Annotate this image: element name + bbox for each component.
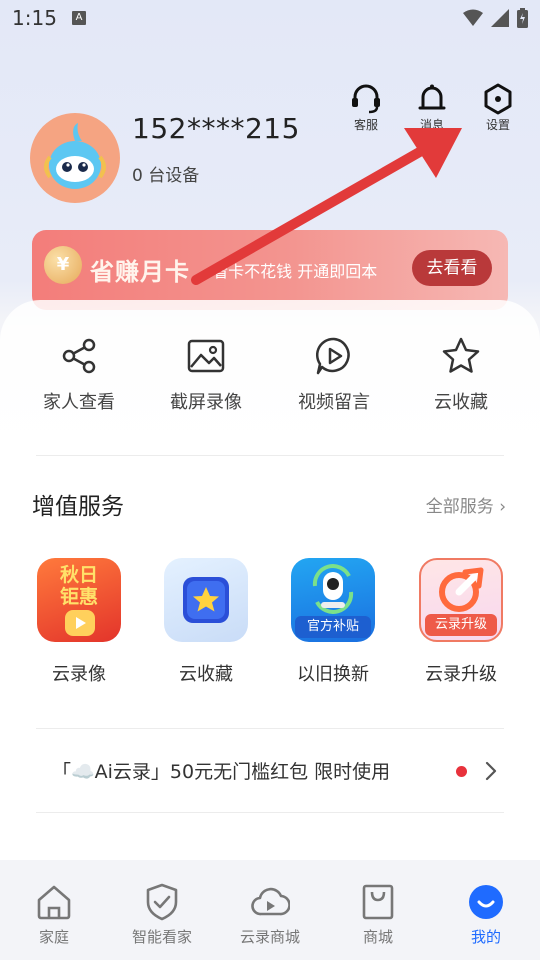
service-cloud-favorites[interactable]: 云收藏 — [151, 558, 261, 686]
services-title: 增值服务 — [32, 494, 124, 520]
quick-screenshot-record-label: 截屏录像 — [170, 392, 242, 413]
tab-home-label: 家庭 — [38, 928, 69, 946]
promo-subtitle: · 看卡不花钱 开通即回本 — [202, 262, 378, 281]
cloud-upgrade-tile: 云录升级 — [419, 558, 503, 642]
service-trade-in-label: 以旧换新 — [297, 664, 369, 685]
settings-button[interactable]: 设置 — [478, 82, 518, 133]
divider — [36, 812, 504, 813]
tab-smart-guard-label: 智能看家 — [131, 928, 192, 946]
quick-cloud-favorites[interactable]: 云收藏 — [411, 336, 511, 414]
promo-title: 省赚月卡 — [90, 258, 190, 286]
chevron-right-icon[interactable] — [482, 760, 500, 782]
quick-actions: 家人查看 截屏录像 视频留言 云收藏 — [0, 336, 540, 426]
quick-family-view-label: 家人查看 — [43, 392, 115, 413]
coin-icon: ¥ — [44, 246, 82, 284]
camera-device-icon — [312, 564, 354, 614]
service-cloud-upgrade[interactable]: 云录升级 云录升级 — [406, 558, 516, 686]
upgrade-arrow-icon — [439, 567, 484, 612]
promo-banner[interactable]: ¥ 省赚月卡 · 看卡不花钱 开通即回本 去看看 — [32, 230, 508, 310]
star-icon — [442, 337, 480, 373]
shield-check-icon — [146, 883, 178, 921]
quick-video-message-label: 视频留言 — [298, 392, 370, 413]
service-cloud-recording-label: 云录像 — [52, 664, 106, 685]
promo-go-button[interactable]: 去看看 — [412, 250, 492, 286]
shopping-bag-icon — [362, 884, 394, 920]
tab-mall[interactable]: 商城 — [328, 882, 428, 947]
settings-label: 设置 — [485, 118, 510, 132]
divider — [36, 455, 504, 456]
tab-mine-label: 我的 — [470, 928, 501, 946]
bell-icon — [418, 84, 446, 110]
smile-face-icon — [469, 885, 503, 919]
messages-label: 消息 — [419, 118, 444, 132]
house-icon — [37, 885, 71, 920]
battery-icon — [517, 8, 528, 28]
status-icons — [463, 8, 528, 28]
customer-service-label: 客服 — [353, 118, 378, 132]
chevron-right-icon: › — [499, 497, 506, 517]
play-bubble-icon — [315, 337, 350, 375]
mascot-avatar-icon — [44, 123, 106, 189]
wifi-icon — [463, 9, 483, 26]
quick-family-view[interactable]: 家人查看 — [29, 336, 129, 414]
avatar[interactable] — [30, 113, 120, 203]
service-trade-in[interactable]: 官方补贴 以旧换新 — [278, 558, 388, 686]
quick-screenshot-record[interactable]: 截屏录像 — [156, 336, 256, 414]
messages-button[interactable]: 消息 — [412, 82, 452, 133]
settings-hex-icon — [484, 83, 512, 115]
official-subsidy-badge: 官方补贴 — [295, 616, 371, 638]
all-services-label: 全部服务 — [425, 497, 494, 517]
header-actions: 客服 消息 设置 — [346, 82, 518, 133]
image-icon — [187, 339, 225, 373]
cloud-play-icon — [251, 887, 290, 916]
star-box-icon — [183, 577, 229, 623]
bottom-tab-bar: 家庭 智能看家 云录商城 商城 我的 — [0, 860, 540, 960]
quick-video-message[interactable]: 视频留言 — [284, 336, 384, 414]
service-cloud-favorites-label: 云收藏 — [179, 664, 233, 685]
all-services-link[interactable]: 全部服务 › — [426, 492, 506, 517]
red-packet-notice[interactable]: 「☁️Ai云录」50元无门槛红包 限时使用 — [52, 757, 390, 784]
trade-in-tile: 官方补贴 — [291, 558, 375, 642]
unread-dot — [456, 766, 467, 777]
tab-home[interactable]: 家庭 — [4, 882, 104, 947]
cloud-favorites-tile — [164, 558, 248, 642]
status-bar: 1:15 A — [0, 0, 540, 36]
headset-icon — [352, 84, 380, 114]
device-count[interactable]: 0 台设备 — [132, 161, 199, 186]
signal-icon — [491, 9, 509, 27]
tab-mine[interactable]: 我的 — [436, 882, 536, 947]
tab-mall-label: 商城 — [362, 928, 393, 946]
tab-cloud-store[interactable]: 云录商城 — [220, 882, 320, 947]
tab-cloud-store-label: 云录商城 — [239, 928, 300, 946]
play-badge-icon — [65, 610, 95, 636]
username: 152****215 — [132, 112, 300, 145]
cloud-upgrade-badge: 云录升级 — [425, 614, 497, 636]
service-cloud-upgrade-label: 云录升级 — [425, 664, 497, 685]
divider — [36, 728, 504, 729]
customer-service-button[interactable]: 客服 — [346, 82, 386, 133]
service-cloud-recording[interactable]: 秋日 钜惠 云录像 — [24, 558, 134, 686]
tab-smart-guard[interactable]: 智能看家 — [112, 882, 212, 947]
cloud-recording-tile: 秋日 钜惠 — [37, 558, 121, 642]
autumn-sale-tile-text: 秋日 钜惠 — [59, 564, 98, 608]
status-time: 1:15 — [12, 6, 57, 30]
quick-cloud-favorites-label: 云收藏 — [434, 392, 488, 413]
share-icon — [62, 338, 96, 374]
notification-app-icon: A — [72, 11, 86, 25]
